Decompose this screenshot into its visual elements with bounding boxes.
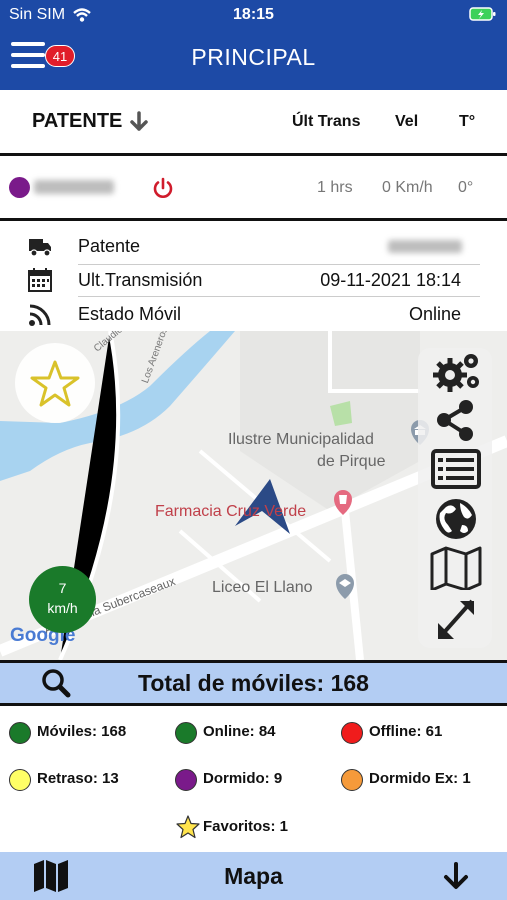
detail-label-estado-movil: Estado Móvil <box>78 304 182 324</box>
star-icon <box>30 360 80 407</box>
legend-label-offline[interactable]: Offline: 61 <box>369 723 442 740</box>
legend-dot-online <box>175 722 197 744</box>
speed-indicator: 7 km/h <box>29 566 96 633</box>
speed-unit: km/h <box>47 600 78 616</box>
favorite-button[interactable] <box>15 343 95 423</box>
map-label-municipalidad-2: de Pirque <box>317 453 386 470</box>
detail-value-ult-transmision: 09-11-2021 18:14 <box>320 270 461 290</box>
detail-label-patente: Patente <box>78 236 141 256</box>
column-header-patente[interactable]: PATENTE <box>32 110 122 133</box>
battery-icon <box>469 7 496 21</box>
settings-icon[interactable] <box>428 349 484 393</box>
legend-label-retraso[interactable]: Retraso: 13 <box>37 770 119 787</box>
share-icon[interactable] <box>428 398 484 442</box>
legend-label-dormido-ex[interactable]: Dormido Ex: 1 <box>369 770 471 787</box>
calendar-icon <box>28 268 52 292</box>
legend-dot-dormido <box>175 769 197 791</box>
legend-label-dormido[interactable]: Dormido: 9 <box>203 770 282 787</box>
legend-label-online[interactable]: Online: 84 <box>203 723 276 740</box>
favoritos-star-icon <box>176 815 200 839</box>
legend-label-favoritos[interactable]: Favoritos: 1 <box>203 818 288 835</box>
expand-icon[interactable] <box>428 597 484 641</box>
rss-icon <box>29 304 51 326</box>
legend-dot-offline <box>341 722 363 744</box>
legend-dot-dormido-ex <box>341 769 363 791</box>
detail-value-patente-blurred <box>388 240 462 253</box>
arrow-down-icon[interactable] <box>443 862 469 890</box>
legend-dot-retraso <box>9 769 31 791</box>
list-icon[interactable] <box>428 447 484 491</box>
vehicle-plate-blurred <box>34 180 114 194</box>
sort-down-icon[interactable] <box>128 111 150 139</box>
column-header-temp[interactable]: T° <box>459 113 475 131</box>
map-label-municipalidad: Ilustre Municipalidad <box>228 431 374 448</box>
vehicle-status-dot <box>9 177 30 198</box>
detail-value-estado-movil: Online <box>408 304 461 324</box>
legend-label-moviles[interactable]: Móviles: 168 <box>37 723 126 740</box>
power-icon[interactable] <box>151 176 175 200</box>
map-icon[interactable] <box>428 546 484 590</box>
column-header-ult-trans[interactable]: Últ Trans <box>292 113 360 131</box>
page-title: PRINCIPAL <box>191 44 316 70</box>
divider <box>78 296 480 297</box>
column-header-vel[interactable]: Vel <box>395 113 418 131</box>
vehicle-last-trans: 1 hrs <box>317 179 353 196</box>
detail-label-ult-transmision: Ult.Transmisión <box>78 270 203 290</box>
legend-dot-moviles <box>9 722 31 744</box>
map-label-farmacia: Farmacia Cruz Verde <box>155 503 307 520</box>
vehicle-speed: 0 Km/h <box>382 179 433 196</box>
divider <box>78 264 480 265</box>
status-time: 18:15 <box>233 6 274 23</box>
bottom-view-label: Mapa <box>224 863 283 889</box>
map-label-liceo: Liceo El Llano <box>212 579 313 596</box>
vehicle-temp: 0° <box>458 179 474 196</box>
total-moviles-label: Total de móviles: 168 <box>138 670 369 696</box>
speed-value: 7 <box>58 580 67 596</box>
truck-icon <box>29 239 51 257</box>
globe-icon[interactable] <box>428 497 484 541</box>
